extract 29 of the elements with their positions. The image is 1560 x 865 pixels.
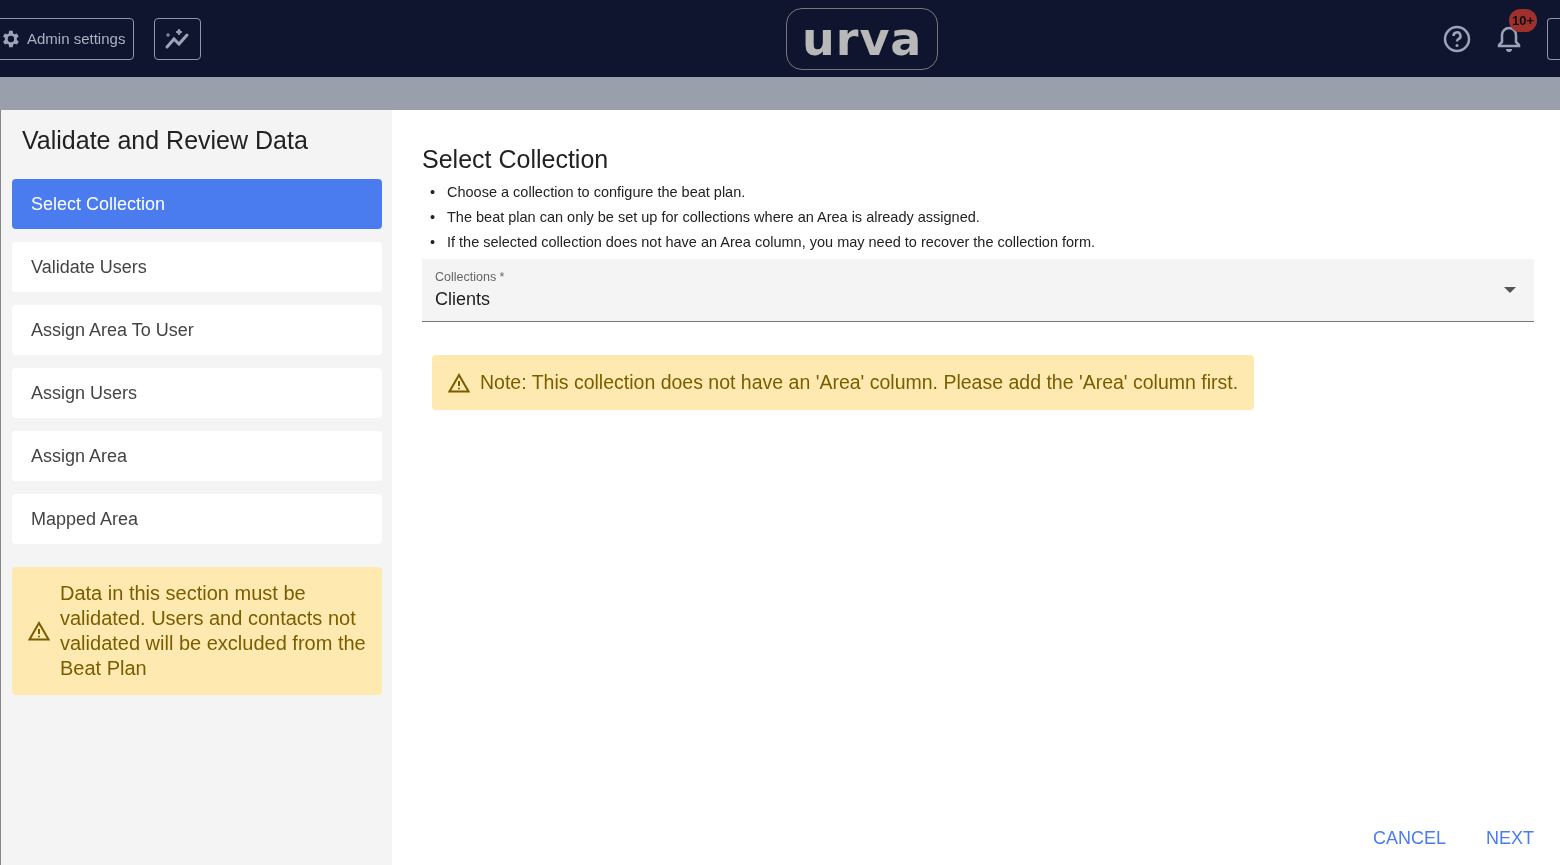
admin-settings-button[interactable]: Admin settings — [0, 17, 135, 60]
step-item[interactable]: Assign Users — [12, 368, 382, 418]
warning-icon — [28, 621, 50, 641]
step-item[interactable]: Assign Area To User — [12, 305, 382, 355]
note-text: Note: This collection does not have an 'Area' column. Please add the 'Area' column first. — [480, 371, 1239, 394]
step-item[interactable]: Select Collection — [12, 179, 382, 229]
step-item[interactable]: Validate Users — [12, 242, 382, 292]
bullet-mark: • — [430, 208, 437, 227]
step-item[interactable]: Mapped Area — [12, 494, 382, 544]
cancel-button[interactable]: CANCEL — [1372, 828, 1446, 849]
dialog-title: Validate and Review Data — [22, 126, 309, 155]
bell-icon[interactable] — [1497, 24, 1521, 53]
instruction-text: The beat plan can only be set up for collections where an Area is already assigned. — [447, 208, 980, 227]
warning-text: Data in this section must be validated. Users and contacts not validated will be excluded from the Beat Plan — [60, 581, 367, 681]
instruction-text: If the selected collection does not have an Area column, you may need to recover the collection form. — [447, 233, 1096, 252]
logo[interactable]: urva — [786, 7, 939, 70]
bullet-mark: • — [430, 233, 437, 252]
help-icon[interactable] — [1443, 24, 1471, 53]
caret-icon — [1504, 287, 1516, 293]
instruction-text: Choose a collection to configure the beat plan. — [447, 183, 746, 202]
warning-icon — [448, 372, 470, 393]
step-item[interactable]: Assign Area — [12, 431, 382, 481]
bullet-mark: • — [430, 183, 437, 202]
section-heading: Select Collection — [422, 145, 610, 174]
collections-select[interactable]: Collections * Clients — [422, 259, 1534, 322]
insights-button[interactable] — [154, 17, 202, 60]
next-button[interactable]: NEXT — [1486, 828, 1534, 849]
menu-button[interactable] — [1547, 17, 1560, 60]
notification-badge: 10+ — [1509, 8, 1538, 32]
